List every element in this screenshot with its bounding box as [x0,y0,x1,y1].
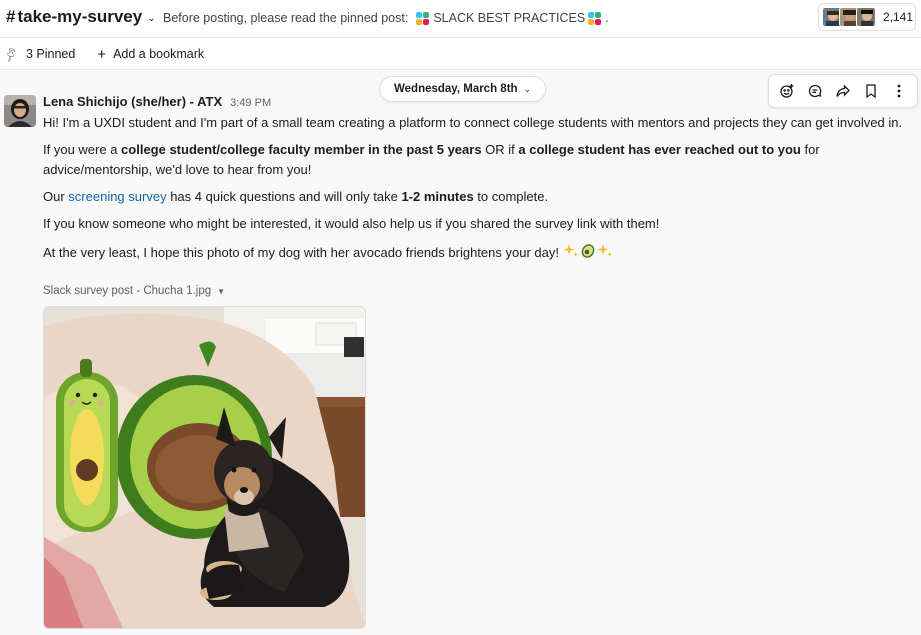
chevron-down-icon: ⌄ [523,83,532,94]
channel-hash: # [6,7,16,26]
member-avatar [856,7,876,27]
survey-link[interactable]: screening survey [68,189,166,204]
add-reaction-button[interactable] [775,79,799,103]
share-message-button[interactable] [831,79,855,103]
avocado-icon [579,241,597,265]
pinned-post-title: SLACK BEST PRACTICES [433,11,586,25]
message-paragraph: Our screening survey has 4 quick questio… [43,187,915,207]
share-icon [836,84,850,97]
text-run: Our [43,189,69,204]
attached-photo[interactable] [43,306,366,629]
pinned-label: 3 Pinned [25,47,76,61]
sender-name[interactable]: Lena Shichijo (she/her) - ATX [43,94,222,109]
pin-icon: 📌︎ [2,45,21,64]
date-divider-button[interactable]: Wednesday, March 8th ⌄ [379,76,547,102]
message-body: Hi! I'm a UXDI student and I'm part of a… [43,113,915,272]
sender-avatar[interactable] [4,95,36,127]
text-run: has 4 quick questions and will only take [166,189,402,204]
bookmarks-bar: 📌︎ 3 Pinned + Add a bookmark [0,39,921,70]
message-paragraph: If you know someone who might be interes… [43,216,660,231]
sparkles-icon [563,243,579,265]
add-reaction-icon [780,84,794,98]
pinned-button[interactable]: 📌︎ 3 Pinned [2,45,76,64]
file-name-label: Slack survey post - Chucha 1.jpg [43,285,212,297]
file-name-button[interactable]: Slack survey post - Chucha 1.jpg ▼ [43,285,225,297]
bold-text: college student/college faculty member i… [121,142,482,157]
more-actions-button[interactable] [887,79,911,103]
text-run: OR if [481,142,519,157]
message-paragraph: At the very least, I hope this photo of … [43,241,915,265]
pinned-post-link[interactable]: SLACK BEST PRACTICES . [413,11,609,25]
channel-header: # take-my-survey ⌄ Before posting, pleas… [0,0,921,38]
topic-suffix: . [605,11,609,25]
add-bookmark-button[interactable]: + Add a bookmark [97,47,204,62]
chevron-down-icon: ⌄ [147,12,156,24]
message-paragraph: Hi! I'm a UXDI student and I'm part of a… [43,115,903,130]
text-run: At the very least, I hope this photo of … [43,245,559,260]
bookmark-icon [866,84,876,99]
message-timestamp[interactable]: 3:49 PM [230,97,271,109]
channel-name: take-my-survey [17,7,143,26]
bold-text: a college student has ever reached out t… [518,142,801,157]
slack-logo-icon [588,11,602,25]
message-header: Lena Shichijo (she/her) - ATX 3:49 PM [43,94,271,109]
message-actions-toolbar [768,74,918,108]
sparkles-icon [597,243,613,265]
more-actions-icon [897,84,901,98]
text-run: If you were a [43,142,122,157]
message-list: Wednesday, March 8th ⌄ Lena Shichijo (sh… [0,71,921,635]
chevron-down-icon: ▼ [217,286,226,296]
reply-thread-button[interactable] [803,79,827,103]
message-paragraph: If you were a college student/college fa… [43,140,915,180]
member-count: 2,141 [883,10,914,24]
member-list-button[interactable]: 2,141 [818,3,916,31]
slack-logo-icon [416,11,430,25]
topic-prefix: Before posting, please read the pinned p… [163,11,409,25]
date-label: Wednesday, March 8th [394,83,518,95]
save-for-later-button[interactable] [859,79,883,103]
add-bookmark-label: Add a bookmark [113,47,205,61]
plus-icon: + [97,45,107,63]
bold-text: 1-2 minutes [401,189,474,204]
reply-thread-icon [808,84,822,98]
text-run: to complete. [473,189,549,204]
channel-topic[interactable]: Before posting, please read the pinned p… [163,11,609,25]
channel-name-button[interactable]: # take-my-survey ⌄ [6,7,156,27]
